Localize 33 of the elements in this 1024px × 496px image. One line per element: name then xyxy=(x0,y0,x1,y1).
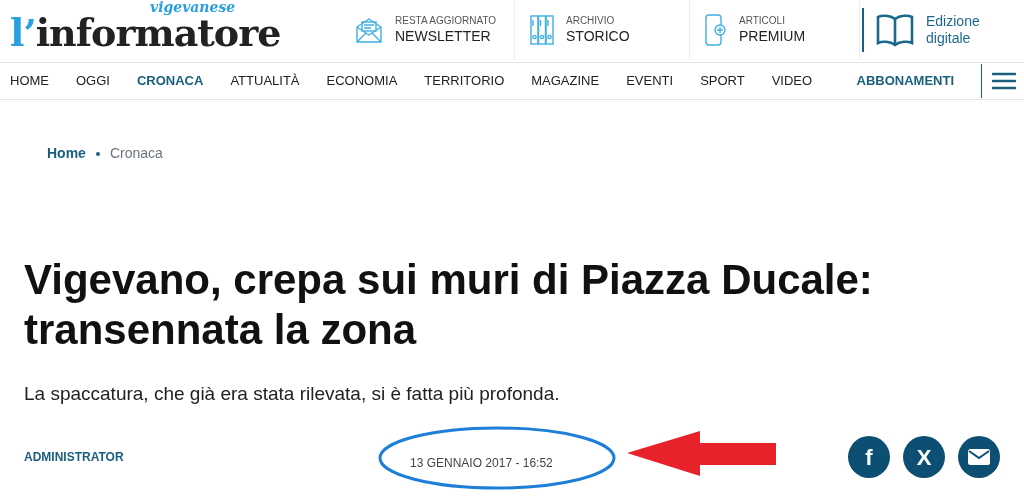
digital-edition-link[interactable]: Edizione digitale xyxy=(862,8,980,52)
subscribe-link[interactable]: ABBONAMENTI xyxy=(856,71,954,91)
nav-link[interactable]: ECONOMIA xyxy=(326,71,398,91)
top-link[interactable]: ARTICOLI PREMIUM xyxy=(690,0,860,60)
logo-wordmark[interactable]: l’informatore xyxy=(10,14,281,52)
breadcrumb-separator xyxy=(95,151,100,156)
menu-icon[interactable] xyxy=(992,71,1016,91)
logo-tagline: vigevanese xyxy=(150,0,236,14)
binders-icon xyxy=(530,15,554,45)
x-share-button[interactable]: X xyxy=(903,436,945,479)
breadcrumb-link[interactable]: Home xyxy=(47,143,86,164)
phone-plus-icon xyxy=(705,14,727,46)
top-link[interactable]: ARCHIVIO STORICO xyxy=(515,0,690,60)
nav-link[interactable]: HOME xyxy=(10,71,49,91)
nav-link[interactable]: OGGI xyxy=(76,71,110,91)
nav-link[interactable]: SPORT xyxy=(700,71,745,91)
nav-link[interactable]: MAGAZINE xyxy=(531,71,600,91)
facebook-share-button[interactable]: f xyxy=(848,436,890,479)
nav-link[interactable]: ATTUALITÀ xyxy=(230,71,300,91)
subtitle: La spaccatura, che già era stata rilevata, si è fatta più profonda. xyxy=(24,381,561,406)
headline: Vigevano, crepa sui muri di Piazza Ducale: transennata la zona xyxy=(24,255,874,356)
author-link[interactable]: ADMINISTRATOR xyxy=(24,448,124,467)
breadcrumb-current: Cronaca xyxy=(109,144,163,163)
nav-link[interactable]: EVENTI xyxy=(626,71,674,91)
nav-link[interactable]: CRONACA xyxy=(136,71,204,91)
email-share-button[interactable] xyxy=(958,436,1000,479)
envelope-icon xyxy=(355,16,383,44)
book-icon xyxy=(876,13,914,47)
publish-date: 13 GENNAIO 2017 - 16:52 xyxy=(410,455,553,473)
nav-link[interactable]: TERRITORIO xyxy=(424,71,505,91)
nav-link[interactable]: VIDEO xyxy=(771,71,813,91)
envelope-icon xyxy=(968,449,990,466)
top-link[interactable]: RESTA AGGIORNATO NEWSLETTER xyxy=(340,0,515,60)
